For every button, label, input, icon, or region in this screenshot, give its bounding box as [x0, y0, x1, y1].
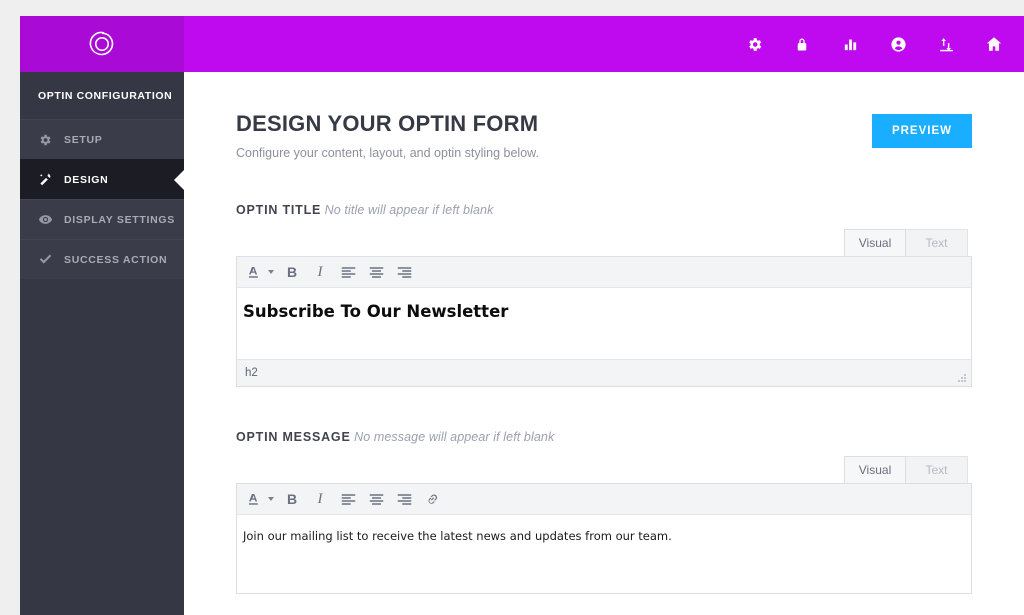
field-label-text: OPTIN TITLE: [236, 203, 322, 218]
tab-visual[interactable]: Visual: [844, 229, 906, 257]
optin-title-label: OPTIN TITLE No title will appear if left…: [236, 203, 972, 217]
bar-chart-icon[interactable]: [826, 16, 874, 72]
sidebar-item-display-settings[interactable]: DISPLAY SETTINGS: [20, 199, 184, 239]
tab-visual[interactable]: Visual: [844, 456, 906, 484]
gear-icon[interactable]: [730, 16, 778, 72]
optin-title-text: Subscribe To Our Newsletter: [243, 302, 509, 322]
preview-button[interactable]: PREVIEW: [871, 114, 972, 148]
sidebar-item-label: DISPLAY SETTINGS: [64, 213, 175, 226]
sidebar-item-label: DESIGN: [64, 173, 109, 186]
bold-icon[interactable]: B: [278, 258, 306, 286]
align-center-icon[interactable]: [362, 485, 390, 513]
editor-box: B I Subscribe To Our Newsletter h2: [236, 256, 972, 388]
page-subtitle: Configure your content, layout, and opti…: [236, 146, 539, 161]
tab-text[interactable]: Text: [906, 229, 968, 257]
italic-icon[interactable]: I: [306, 485, 334, 513]
logo-block[interactable]: [20, 16, 184, 72]
align-left-icon[interactable]: [334, 258, 362, 286]
home-icon[interactable]: [970, 16, 1018, 72]
main-content: DESIGN YOUR OPTIN FORM Configure your co…: [184, 72, 1024, 615]
import-export-icon[interactable]: [922, 16, 970, 72]
align-center-icon[interactable]: [362, 258, 390, 286]
sidebar-item-success-action[interactable]: SUCCESS ACTION: [20, 239, 184, 279]
optin-message-text: Join our mailing list to receive the lat…: [243, 529, 672, 544]
editor-toolbar: B I: [237, 257, 971, 289]
resize-grip-icon[interactable]: [956, 372, 967, 383]
lock-icon[interactable]: [778, 16, 826, 72]
top-bar-nav: [730, 16, 1024, 72]
page-title: DESIGN YOUR OPTIN FORM: [236, 111, 539, 136]
field-hint-text: No title will appear if left blank: [324, 203, 494, 218]
chevron-down-icon: [268, 497, 274, 502]
optin-message-editor: Visual Text B I Join our mailing list to…: [236, 456, 972, 595]
page-header-text: DESIGN YOUR OPTIN FORM Configure your co…: [236, 111, 872, 161]
sidebar: OPTIN CONFIGURATION SETUP DESIGN DISPLAY…: [20, 72, 185, 615]
italic-icon[interactable]: I: [306, 258, 334, 286]
sidebar-item-design[interactable]: DESIGN: [20, 159, 185, 199]
sidebar-item-setup[interactable]: SETUP: [20, 119, 184, 159]
admin-app-window: OPTIN CONFIGURATION SETUP DESIGN DISPLAY…: [20, 16, 1024, 615]
optin-message-label: OPTIN MESSAGE No message will appear if …: [236, 430, 972, 444]
magic-wand-icon: [38, 172, 64, 187]
align-left-icon[interactable]: [334, 485, 362, 513]
user-circle-icon[interactable]: [874, 16, 922, 72]
editor-status-bar: h2: [237, 359, 971, 387]
sidebar-item-label: SUCCESS ACTION: [64, 253, 168, 266]
link-icon[interactable]: [418, 485, 446, 513]
editor-content-area[interactable]: Subscribe To Our Newsletter: [237, 288, 971, 360]
top-bar-spacer: [184, 16, 730, 72]
tab-text[interactable]: Text: [906, 456, 968, 484]
optin-title-editor: Visual Text B I Subscribe To Our Newslet…: [236, 229, 972, 388]
editor-toolbar: B I: [237, 484, 971, 516]
field-hint-text: No message will appear if left blank: [354, 430, 555, 445]
text-color-icon[interactable]: [243, 485, 278, 513]
align-right-icon[interactable]: [390, 258, 418, 286]
field-label-text: OPTIN MESSAGE: [236, 430, 351, 445]
sidebar-item-label: SETUP: [64, 133, 103, 146]
rosette-logo-icon: [87, 29, 117, 59]
text-color-icon[interactable]: [243, 258, 278, 286]
editor-content-area[interactable]: Join our mailing list to receive the lat…: [237, 515, 971, 594]
element-path: h2: [245, 367, 258, 380]
align-right-icon[interactable]: [390, 485, 418, 513]
eye-icon: [38, 212, 64, 227]
top-bar: [20, 16, 1024, 72]
gear-icon: [38, 133, 64, 147]
bold-icon[interactable]: B: [278, 485, 306, 513]
sidebar-heading: OPTIN CONFIGURATION: [20, 72, 184, 119]
editor-tabs: Visual Text: [236, 229, 972, 257]
chevron-down-icon: [268, 270, 274, 275]
check-icon: [38, 252, 64, 267]
editor-box: B I Join our mailing list to receive the…: [236, 483, 972, 595]
page-header: DESIGN YOUR OPTIN FORM Configure your co…: [236, 111, 972, 161]
editor-tabs: Visual Text: [236, 456, 972, 484]
